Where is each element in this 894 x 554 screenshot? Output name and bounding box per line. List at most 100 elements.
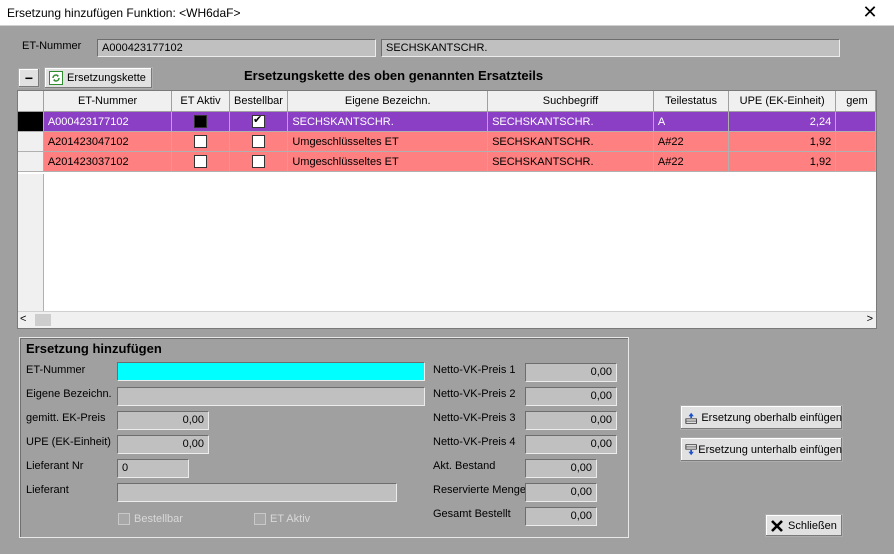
collapse-button[interactable]: − [18,68,40,88]
column-header[interactable]: ET-Nummer [43,91,173,112]
column-header[interactable]: Eigene Bezeichn. [287,91,489,112]
et-aktiv-checkbox[interactable] [194,155,207,168]
form-bez-label: Eigene Bezeichn. [26,388,112,400]
close-button[interactable]: Schließen [765,514,843,537]
bestand-label: Akt. Bestand [433,460,496,472]
cell-gem [835,131,876,152]
chain-title: Ersetzungskette des oben genannten Ersat… [244,68,544,83]
bestellt-field: 0,00 [525,507,597,526]
cell-upe: 1,92 [728,151,837,172]
form-ek-label: gemitt. EK-Preis [26,412,106,424]
cell-bestellbar[interactable] [229,131,289,152]
horizontal-scrollbar[interactable]: < > [18,311,876,328]
cell-bestellbar[interactable] [229,111,289,132]
bestellbar-checkbox[interactable] [252,135,266,148]
et-number-label: ET-Nummer [22,40,82,52]
insert-below-icon [685,443,697,455]
cell-et-number: A201423047102 [43,131,173,152]
cell-bezeichnung: SECHSKANTSCHR. [287,111,489,132]
netto4-field: 0,00 [525,435,617,454]
netto1-label: Netto-VK-Preis 1 [433,364,516,376]
bestellbar-checkbox-box [118,513,130,526]
replacement-chain-grid[interactable]: ET-Nummer ET Aktiv Bestellbar Eigene Bez… [17,90,877,329]
form-bez-input[interactable] [117,387,425,406]
row-selector[interactable] [18,131,44,152]
cell-bezeichnung: Umgeschlüsseltes ET [287,151,489,172]
et-aktiv-checkbox-box [254,513,266,526]
insert-below-label: Ersetzung unterhalb einfügen [698,443,842,456]
row-selector[interactable] [18,151,44,172]
window-title: Ersetzung hinzufügen Funktion: <WH6daF> [7,6,241,20]
column-header[interactable]: Teilestatus [653,91,730,112]
table-row[interactable]: A000423177102 SECHSKANTSCHR. SECHSKANTSC… [18,111,876,132]
insert-above-button[interactable]: Ersetzung oberhalb einfügen [680,405,843,430]
cell-bezeichnung: Umgeschlüsseltes ET [287,131,489,152]
cell-suchbegriff: SECHSKANTSCHR. [487,131,654,152]
cell-et-aktiv[interactable] [171,131,230,152]
et-description-field: SECHSKANTSCHR. [381,39,840,57]
netto1-field: 0,00 [525,363,617,382]
bestellt-label: Gesamt Bestellt [433,508,511,520]
netto4-label: Netto-VK-Preis 4 [433,436,516,448]
grid-corner [18,91,44,112]
insert-above-label: Ersetzung oberhalb einfügen [701,411,842,424]
column-header[interactable]: UPE (EK-Einheit) [728,91,837,112]
bestand-field: 0,00 [525,459,597,478]
insert-above-icon [685,412,697,424]
scrollbar-thumb[interactable] [35,314,51,326]
group-title: Ersetzung hinzufügen [26,341,162,356]
form-lieferant-nr-label: Lieferant Nr [26,460,84,472]
cell-upe: 1,92 [728,131,837,152]
column-header[interactable]: ET Aktiv [171,91,230,112]
form-lieferant-label: Lieferant [26,484,69,496]
row-selector-column [18,174,44,312]
row-selector[interactable] [18,111,44,132]
cell-bestellbar[interactable] [229,151,289,172]
form-et-label: ET-Nummer [26,364,86,376]
form-lieferant-nr-input[interactable]: 0 [117,459,189,478]
bestellbar-checkbox[interactable] [252,113,266,128]
close-icon[interactable]: ✕ [858,2,882,24]
cell-teilestatus: A [653,111,730,132]
form-et-input[interactable] [117,362,425,381]
netto2-field: 0,00 [525,387,617,406]
reserviert-label: Reservierte Menge [433,484,526,496]
cell-et-number: A000423177102 [43,111,173,132]
cell-gem [835,111,876,132]
insert-below-button[interactable]: Ersetzung unterhalb einfügen [680,437,843,462]
table-row[interactable]: A201423047102 Umgeschlüsseltes ET SECHSK… [18,131,876,152]
netto3-field: 0,00 [525,411,617,430]
et-aktiv-checkbox[interactable] [194,115,207,128]
cell-et-aktiv[interactable] [171,111,230,132]
grid-table: ET-Nummer ET Aktiv Bestellbar Eigene Bez… [18,91,876,172]
form-bestellbar-checkbox[interactable]: Bestellbar [118,513,183,526]
title-bar: Ersetzung hinzufügen Funktion: <WH6daF> … [0,0,894,26]
form-lieferant-input[interactable] [117,483,397,502]
cell-upe: 2,24 [728,111,837,132]
column-header[interactable]: Bestellbar [229,91,289,112]
netto2-label: Netto-VK-Preis 2 [433,388,516,400]
scroll-left-icon[interactable]: < [20,313,26,325]
close-x-icon [771,519,783,532]
et-aktiv-checkbox-label: ET Aktiv [270,513,311,525]
column-header[interactable]: Suchbegriff [487,91,654,112]
ersetzungskette-label: Ersetzungskette [67,72,146,84]
cell-gem [835,151,876,172]
form-upe-input[interactable]: 0,00 [117,435,209,454]
bestellbar-checkbox[interactable] [252,155,266,168]
grid-header-row: ET-Nummer ET Aktiv Bestellbar Eigene Bez… [18,91,876,112]
cell-et-aktiv[interactable] [171,151,230,172]
et-number-field: A000423177102 [97,39,376,57]
cell-suchbegriff: SECHSKANTSCHR. [487,151,654,172]
et-aktiv-checkbox[interactable] [194,135,207,148]
ersetzungskette-button[interactable]: Ersetzungskette [44,67,153,89]
netto3-label: Netto-VK-Preis 3 [433,412,516,424]
column-header[interactable]: gem [835,91,876,112]
form-upe-label: UPE (EK-Einheit) [26,436,111,448]
bestellbar-checkbox-label: Bestellbar [134,513,183,525]
table-row[interactable]: A201423037102 Umgeschlüsseltes ET SECHSK… [18,151,876,172]
form-et-aktiv-checkbox[interactable]: ET Aktiv [254,513,311,526]
cell-teilestatus: A#22 [653,131,730,152]
form-ek-input[interactable]: 0,00 [117,411,209,430]
scroll-right-icon[interactable]: > [867,313,873,325]
